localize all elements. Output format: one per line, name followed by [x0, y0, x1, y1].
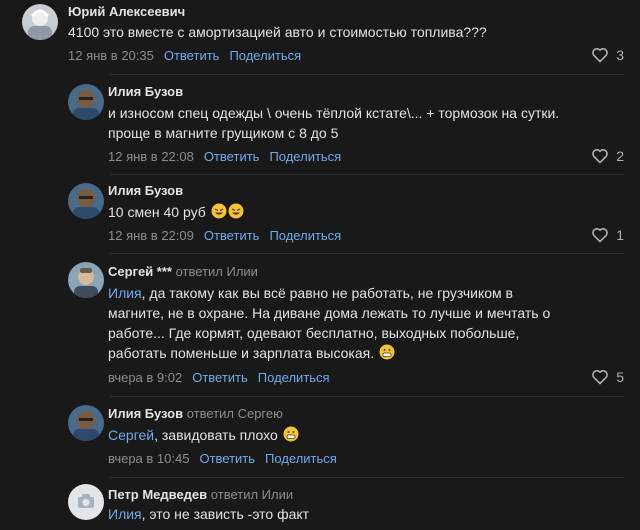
avatar[interactable]	[68, 84, 104, 120]
comment-meta: вчера в 9:02 Ответить Поделиться	[108, 370, 330, 385]
grin-emoji-icon	[379, 344, 395, 360]
comment-time[interactable]: 12 янв в 20:35	[68, 48, 154, 63]
comment-text: 4100 это вместе с амортизацией авто и ст…	[68, 24, 487, 40]
reply-button[interactable]: Ответить	[204, 149, 260, 164]
comment-text: 10 смен 40 руб	[108, 202, 244, 222]
comment-author[interactable]: Илия Бузов	[108, 183, 183, 198]
comment-time[interactable]: вчера в 9:02	[108, 370, 182, 385]
reply-button[interactable]: Ответить	[204, 228, 260, 243]
replied-to[interactable]: ответил Сергею	[187, 406, 283, 421]
avatar[interactable]	[22, 4, 58, 40]
comment-author[interactable]: Илия Бузов ответил Сергею	[108, 406, 283, 421]
rofl-emoji-icon	[228, 203, 244, 219]
mention-link[interactable]: Илия	[108, 285, 142, 301]
comment-text: Илия, да такому как вы всё равно не рабо…	[108, 285, 551, 361]
avatar[interactable]	[68, 183, 104, 219]
heart-icon	[592, 149, 609, 164]
like-button[interactable]: 1	[591, 227, 624, 243]
comment-author[interactable]: Юрий Алексеевич	[68, 4, 185, 19]
mention-link[interactable]: Сергей	[108, 427, 154, 443]
like-button[interactable]: 5	[591, 369, 624, 385]
comment-time[interactable]: 12 янв в 22:09	[108, 228, 194, 243]
heart-icon	[592, 48, 609, 63]
divider	[110, 174, 624, 175]
comment-text: и износом спец одежды \ очень тёплой кст…	[108, 105, 560, 141]
like-button[interactable]: 3	[591, 47, 624, 63]
like-count: 3	[616, 47, 624, 63]
divider	[110, 253, 624, 254]
replied-to[interactable]: ответил Илии	[211, 487, 293, 502]
reply-button[interactable]: Ответить	[192, 370, 248, 385]
comment-meta: вчера в 10:45 Ответить Поделиться	[108, 451, 337, 466]
grin-emoji-icon	[283, 426, 299, 442]
comment-time[interactable]: вчера в 10:45	[108, 451, 189, 466]
comment-meta: 12 янв в 22:08 Ответить Поделиться	[108, 149, 341, 164]
share-button[interactable]: Поделиться	[258, 370, 330, 385]
avatar[interactable]	[68, 405, 104, 441]
like-button[interactable]: 2	[591, 148, 624, 164]
replied-to[interactable]: ответил Илии	[176, 264, 258, 279]
share-button[interactable]: Поделиться	[265, 451, 337, 466]
comment-meta: 12 янв в 20:35 Ответить Поделиться	[68, 48, 301, 63]
divider	[110, 477, 624, 478]
comment-author[interactable]: Илия Бузов	[108, 84, 183, 99]
share-button[interactable]: Поделиться	[269, 228, 341, 243]
heart-icon	[592, 228, 609, 243]
like-count: 2	[616, 148, 624, 164]
share-button[interactable]: Поделиться	[229, 48, 301, 63]
reply-button[interactable]: Ответить	[164, 48, 220, 63]
comment-text: Сергей, завидовать плохо	[108, 425, 299, 445]
divider	[110, 74, 624, 75]
comment-author[interactable]: Сергей *** ответил Илии	[108, 264, 258, 279]
like-count: 1	[616, 227, 624, 243]
mention-link[interactable]: Илия	[108, 506, 142, 522]
comment-meta: 12 янв в 22:09 Ответить Поделиться	[108, 228, 341, 243]
avatar[interactable]	[68, 262, 104, 298]
share-button[interactable]: Поделиться	[269, 149, 341, 164]
heart-icon	[592, 370, 609, 385]
rofl-emoji-icon	[211, 203, 227, 219]
comment-text: Илия, это не зависть -это факт	[108, 506, 310, 522]
divider	[110, 396, 624, 397]
comment-author[interactable]: Петр Медведев ответил Илии	[108, 487, 293, 502]
avatar[interactable]	[68, 484, 104, 520]
comment-time[interactable]: 12 янв в 22:08	[108, 149, 194, 164]
reply-button[interactable]: Ответить	[199, 451, 255, 466]
like-count: 5	[616, 369, 624, 385]
